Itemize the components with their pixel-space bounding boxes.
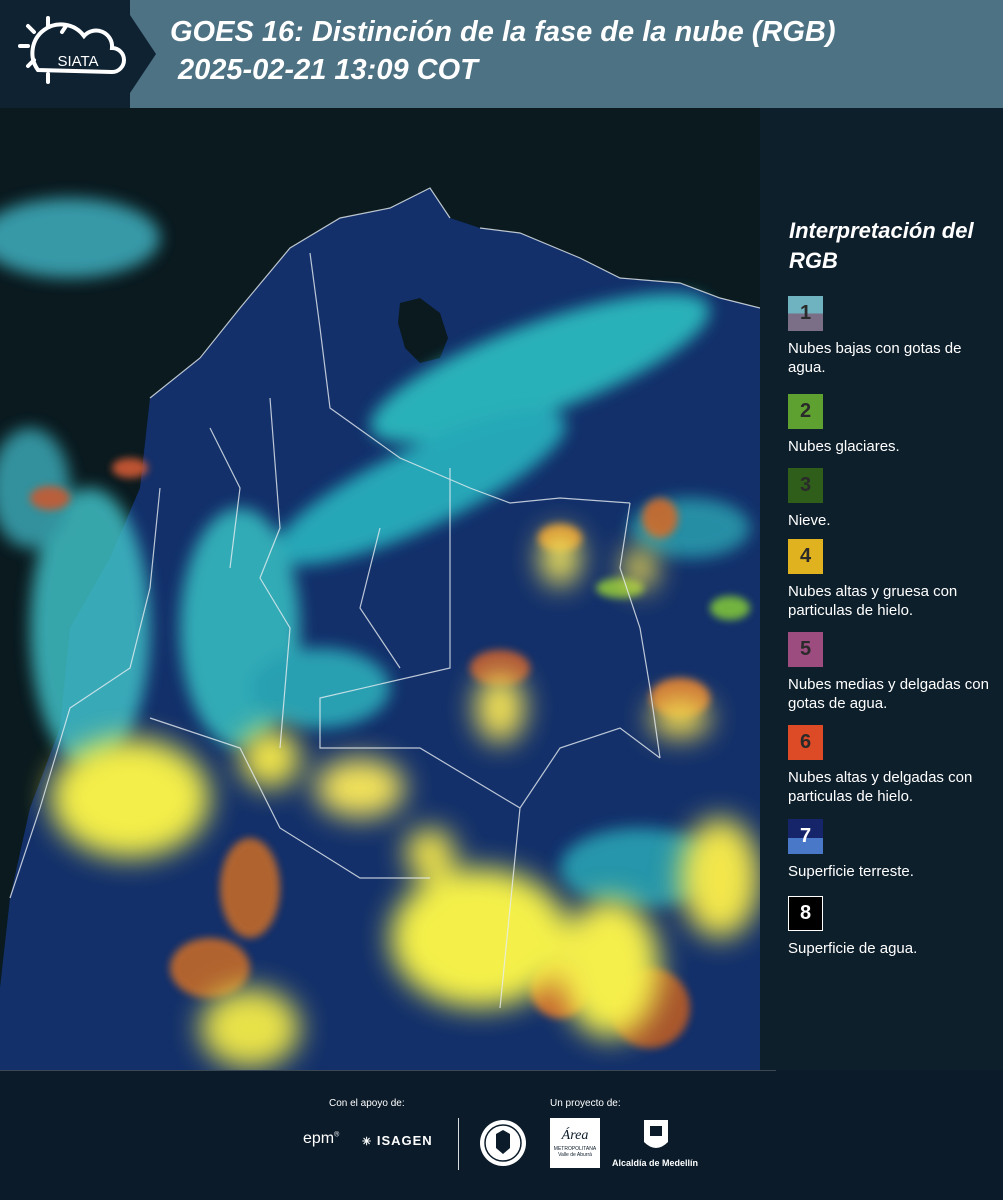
- legend-label-5: Nubes medias y delgadas con gotas de agu…: [788, 676, 989, 712]
- legend-number-5: 5: [799, 638, 812, 660]
- legend-number-2: 2: [799, 400, 812, 422]
- epm-logo: epm®: [303, 1130, 340, 1147]
- project-label: Un proyecto de:: [550, 1098, 621, 1109]
- legend-swatch-5: 5: [788, 632, 823, 667]
- page-subtitle: 2025-02-21 13:09 COT: [178, 54, 478, 86]
- legend-number-1: 1: [799, 302, 812, 324]
- legend-label-7: Superficie terreste.: [788, 863, 914, 880]
- area-logo-word: Área: [561, 1128, 589, 1143]
- legend-item-5: 5 Nubes medias y delgadas con gotas de a…: [788, 632, 998, 713]
- support-label: Con el apoyo de:: [329, 1098, 405, 1109]
- legend-number-4: 4: [799, 545, 812, 567]
- footer-separator: [458, 1118, 459, 1170]
- legend-swatch-4: 4: [788, 539, 823, 574]
- legend-number-6: 6: [799, 731, 812, 753]
- legend-label-2: Nubes glaciares.: [788, 438, 900, 455]
- alcaldia-shield-icon: [644, 1120, 668, 1148]
- legend-label-3: Nieve.: [788, 512, 831, 529]
- legend-swatch-8: 8: [788, 896, 823, 931]
- area-logo-line3: Valle de Aburrá: [558, 1152, 592, 1158]
- legend-item-1: 1 Nubes bajas con gotas de agua.: [788, 296, 998, 377]
- legend-swatch-3: 3: [788, 468, 823, 503]
- legend-title: Interpretación del RGB: [789, 218, 974, 273]
- legend-label-1: Nubes bajas con gotas de agua.: [788, 340, 962, 376]
- legend-item-7: 7 Superficie terreste.: [788, 819, 998, 881]
- legend-swatch-1: 1: [788, 296, 823, 331]
- footer-divider-line: [0, 1070, 776, 1071]
- legend-item-2: 2 Nubes glaciares.: [788, 394, 998, 456]
- alcaldia-label: Alcaldía de Medellín: [612, 1158, 699, 1168]
- logo-text: SIATA: [57, 53, 98, 70]
- legend-label-8: Superficie de agua.: [788, 940, 918, 957]
- siata-logo: SIATA: [18, 16, 126, 84]
- legend-label-6: Nubes altas y delgadas con particulas de…: [788, 769, 973, 805]
- footer: Con el apoyo de: Un proyecto de: epm® ✳ …: [0, 1070, 1003, 1200]
- isagen-logo: ✳ ISAGEN: [362, 1133, 433, 1148]
- legend-item-4: 4 Nubes altas y gruesa con particulas de…: [788, 539, 998, 620]
- legend-swatch-6: 6: [788, 725, 823, 760]
- isagen-icon: ✳: [362, 1136, 373, 1148]
- legend-item-8: 8 Superficie de agua.: [788, 896, 998, 958]
- legend-panel: Interpretación del RGB 1 Nubes bajas con…: [760, 108, 1003, 1070]
- satellite-map: [0, 108, 760, 1070]
- page-title: GOES 16: Distinción de la fase de la nub…: [170, 16, 836, 48]
- legend-number-3: 3: [799, 474, 812, 496]
- university-seal-icon: [480, 1120, 526, 1166]
- map-image: [0, 108, 760, 1070]
- header-bar: SIATA GOES 16: Distinción de la fase de …: [0, 0, 1003, 108]
- isagen-text: ISAGEN: [376, 1133, 433, 1148]
- epm-text: epm: [303, 1130, 335, 1147]
- legend-item-3: 3 Nieve.: [788, 468, 998, 530]
- legend-number-7: 7: [799, 825, 812, 847]
- legend-number-8: 8: [799, 902, 812, 924]
- legend-item-6: 6 Nubes altas y delgadas con particulas …: [788, 725, 998, 806]
- legend-label-4: Nubes altas y gruesa con particulas de h…: [788, 583, 958, 619]
- legend-swatch-7: 7: [788, 819, 823, 854]
- legend-swatch-2: 2: [788, 394, 823, 429]
- area-metropolitana-logo: Área METROPOLITANA Valle de Aburrá: [550, 1118, 600, 1168]
